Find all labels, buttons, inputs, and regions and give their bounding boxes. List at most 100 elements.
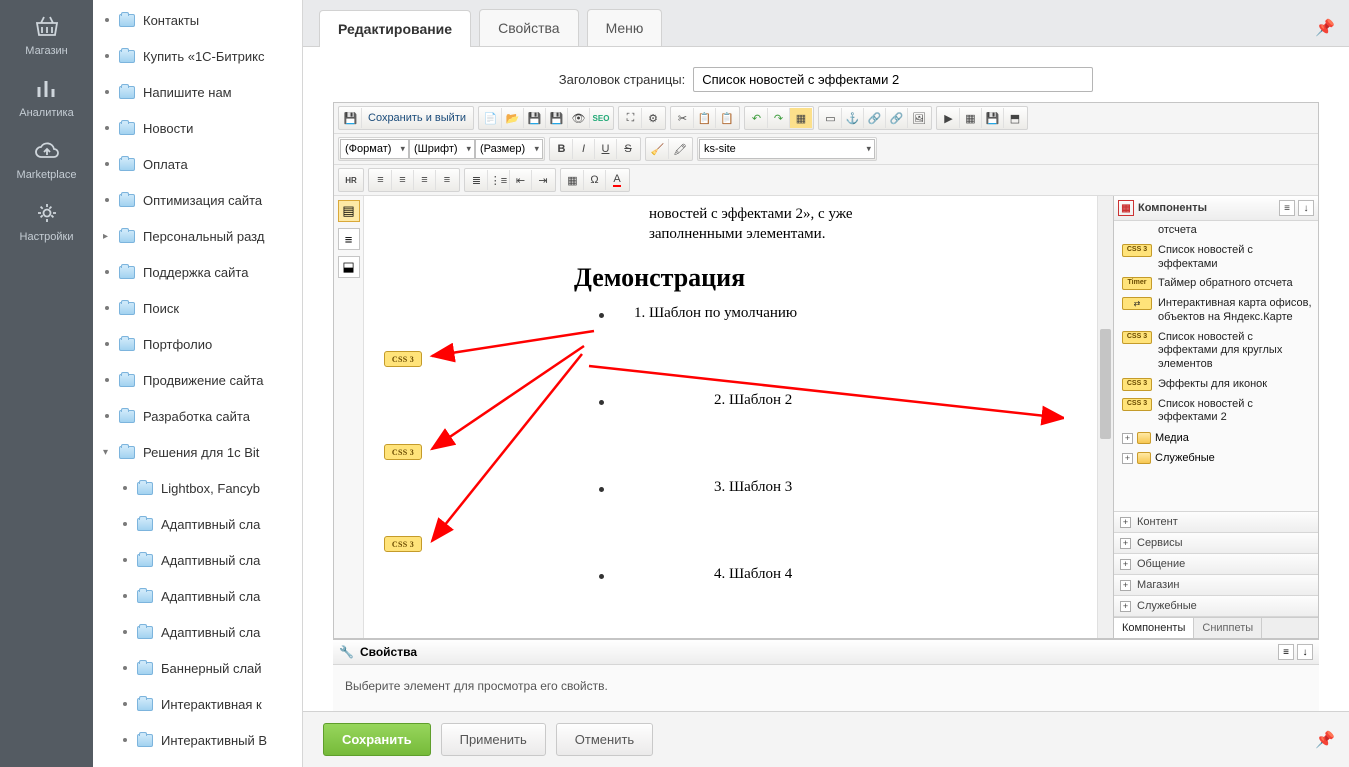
tree-item[interactable]: ▾Решения для 1с Bit: [93, 434, 302, 470]
tb-settings-icon[interactable]: ⚙: [642, 108, 664, 128]
align-left-icon[interactable]: ≡: [370, 170, 392, 190]
accordion-item[interactable]: +Контент: [1114, 512, 1318, 533]
tb-paste-icon[interactable]: 📋: [716, 108, 738, 128]
expand-icon[interactable]: ▾: [103, 447, 113, 458]
tb-image-icon[interactable]: 🖼: [908, 108, 930, 128]
components-menu-icon[interactable]: ≡: [1279, 200, 1295, 216]
css3-badge-1[interactable]: CSS 3: [384, 351, 422, 367]
tree-item[interactable]: Оптимизация сайта: [93, 182, 302, 218]
expand-icon[interactable]: +: [1122, 453, 1133, 464]
expand-icon[interactable]: +: [1120, 538, 1131, 549]
rail-shop[interactable]: Магазин: [0, 5, 93, 67]
tb-video-icon[interactable]: ▶: [938, 108, 960, 128]
tb-fullscreen-icon[interactable]: ⛶: [620, 108, 642, 128]
footer-pin-icon[interactable]: 📌: [1315, 730, 1335, 750]
component-folder[interactable]: +Медиа: [1118, 428, 1318, 448]
tree-item[interactable]: Портфолио: [93, 326, 302, 362]
cancel-button[interactable]: Отменить: [556, 723, 653, 756]
tb-undo-icon[interactable]: ↶: [746, 108, 768, 128]
tree-item[interactable]: Продвижение сайта: [93, 362, 302, 398]
save-exit-label[interactable]: Сохранить и выйти: [362, 112, 472, 124]
align-center-icon[interactable]: ≡: [392, 170, 414, 190]
tree-item[interactable]: Оплата: [93, 146, 302, 182]
rail-marketplace[interactable]: Marketplace: [0, 129, 93, 191]
tree-item[interactable]: Поддержка сайта: [93, 254, 302, 290]
components-collapse-icon[interactable]: ↓: [1298, 200, 1314, 216]
gutter-code-icon[interactable]: ≡: [338, 228, 360, 250]
bold-icon[interactable]: B: [551, 139, 573, 159]
component-item[interactable]: CSS 3Список новостей с эффектами 2: [1118, 395, 1318, 429]
editor-canvas[interactable]: новостей с эффектами 2», с уже заполненн…: [364, 196, 1097, 638]
style-select[interactable]: ks-site: [699, 139, 875, 159]
tb-component1-icon[interactable]: ▦: [960, 108, 982, 128]
tree-item[interactable]: Купить «1С-Битрикс: [93, 38, 302, 74]
tree-item[interactable]: Адаптивный сла: [93, 578, 302, 614]
page-title-input[interactable]: [693, 67, 1093, 92]
tree-item[interactable]: ▸Персональный разд: [93, 218, 302, 254]
expand-icon[interactable]: +: [1120, 580, 1131, 591]
remove-format-icon[interactable]: 🧹: [647, 139, 669, 159]
tb-redo-icon[interactable]: ↷: [768, 108, 790, 128]
tb-cut-icon[interactable]: ✂: [672, 108, 694, 128]
tab-menu[interactable]: Меню: [587, 9, 663, 46]
strike-icon[interactable]: S: [617, 139, 639, 159]
rail-settings[interactable]: Настройки: [0, 191, 93, 253]
tree-item[interactable]: Контакты: [93, 2, 302, 38]
format-select[interactable]: (Формат): [340, 139, 409, 159]
special-char-icon[interactable]: Ω: [584, 170, 606, 190]
tb-preview-icon[interactable]: 👁: [568, 108, 590, 128]
expand-icon[interactable]: +: [1120, 601, 1131, 612]
tb-split-icon[interactable]: ▭: [820, 108, 842, 128]
font-select[interactable]: (Шрифт): [409, 139, 475, 159]
component-item[interactable]: CSS 3Эффекты для иконок: [1118, 375, 1318, 395]
tree-item[interactable]: Адаптивный сла: [93, 506, 302, 542]
component-partial[interactable]: отсчета: [1118, 221, 1318, 241]
gutter-split-icon[interactable]: ⬓: [338, 256, 360, 278]
text-color-icon[interactable]: A: [606, 170, 628, 190]
expand-icon[interactable]: +: [1122, 433, 1133, 444]
css3-badge-3[interactable]: CSS 3: [384, 536, 422, 552]
tab-properties[interactable]: Свойства: [479, 9, 578, 46]
list-ul-icon[interactable]: ⋮≡: [488, 170, 510, 190]
component-folder[interactable]: +Служебные: [1118, 448, 1318, 468]
tb-unlink-icon[interactable]: 🔗: [886, 108, 908, 128]
tb-saveall-icon[interactable]: 💾: [546, 108, 568, 128]
hr-button[interactable]: HR: [340, 170, 362, 190]
size-select[interactable]: (Размер): [475, 139, 543, 159]
tree-item[interactable]: Lightbox, Fancyb: [93, 470, 302, 506]
save-button[interactable]: Сохранить: [323, 723, 431, 756]
tb-seo-icon[interactable]: SEO: [590, 108, 612, 128]
outdent-icon[interactable]: ⇤: [510, 170, 532, 190]
accordion-item[interactable]: +Магазин: [1114, 575, 1318, 596]
tb-new-icon[interactable]: 📄: [480, 108, 502, 128]
component-item[interactable]: TimerТаймер обратного отсчета: [1118, 274, 1318, 294]
tree-item[interactable]: Разработка сайта: [93, 398, 302, 434]
expand-icon[interactable]: +: [1120, 517, 1131, 528]
tree-item[interactable]: Баннерный слай: [93, 650, 302, 686]
list-ol-icon[interactable]: ≣: [466, 170, 488, 190]
component-item[interactable]: ⇄Интерактивная карта офисов, объектов на…: [1118, 294, 1318, 328]
tb-link-icon[interactable]: 🔗: [864, 108, 886, 128]
align-justify-icon[interactable]: ≡: [436, 170, 458, 190]
tab-snippets[interactable]: Сниппеты: [1194, 618, 1262, 638]
properties-collapse-icon[interactable]: ↓: [1297, 644, 1313, 660]
indent-icon[interactable]: ⇥: [532, 170, 554, 190]
table-icon[interactable]: ▦: [562, 170, 584, 190]
canvas-scrollbar[interactable]: [1097, 196, 1113, 638]
tree-item[interactable]: Новости: [93, 110, 302, 146]
underline-icon[interactable]: U: [595, 139, 617, 159]
accordion-item[interactable]: +Общение: [1114, 554, 1318, 575]
pin-icon[interactable]: 📌: [1315, 18, 1335, 38]
tb-open-icon[interactable]: 📂: [502, 108, 524, 128]
tree-item[interactable]: Адаптивный сла: [93, 542, 302, 578]
tree-item[interactable]: Интерактивный С: [93, 758, 302, 767]
tree-item[interactable]: Поиск: [93, 290, 302, 326]
css3-badge-2[interactable]: CSS 3: [384, 444, 422, 460]
accordion-item[interactable]: +Сервисы: [1114, 533, 1318, 554]
save-exit-icon[interactable]: 💾: [340, 108, 362, 128]
italic-icon[interactable]: I: [573, 139, 595, 159]
tree-item[interactable]: Адаптивный сла: [93, 614, 302, 650]
rail-analytics[interactable]: Аналитика: [0, 67, 93, 129]
expand-icon[interactable]: +: [1120, 559, 1131, 570]
align-right-icon[interactable]: ≡: [414, 170, 436, 190]
